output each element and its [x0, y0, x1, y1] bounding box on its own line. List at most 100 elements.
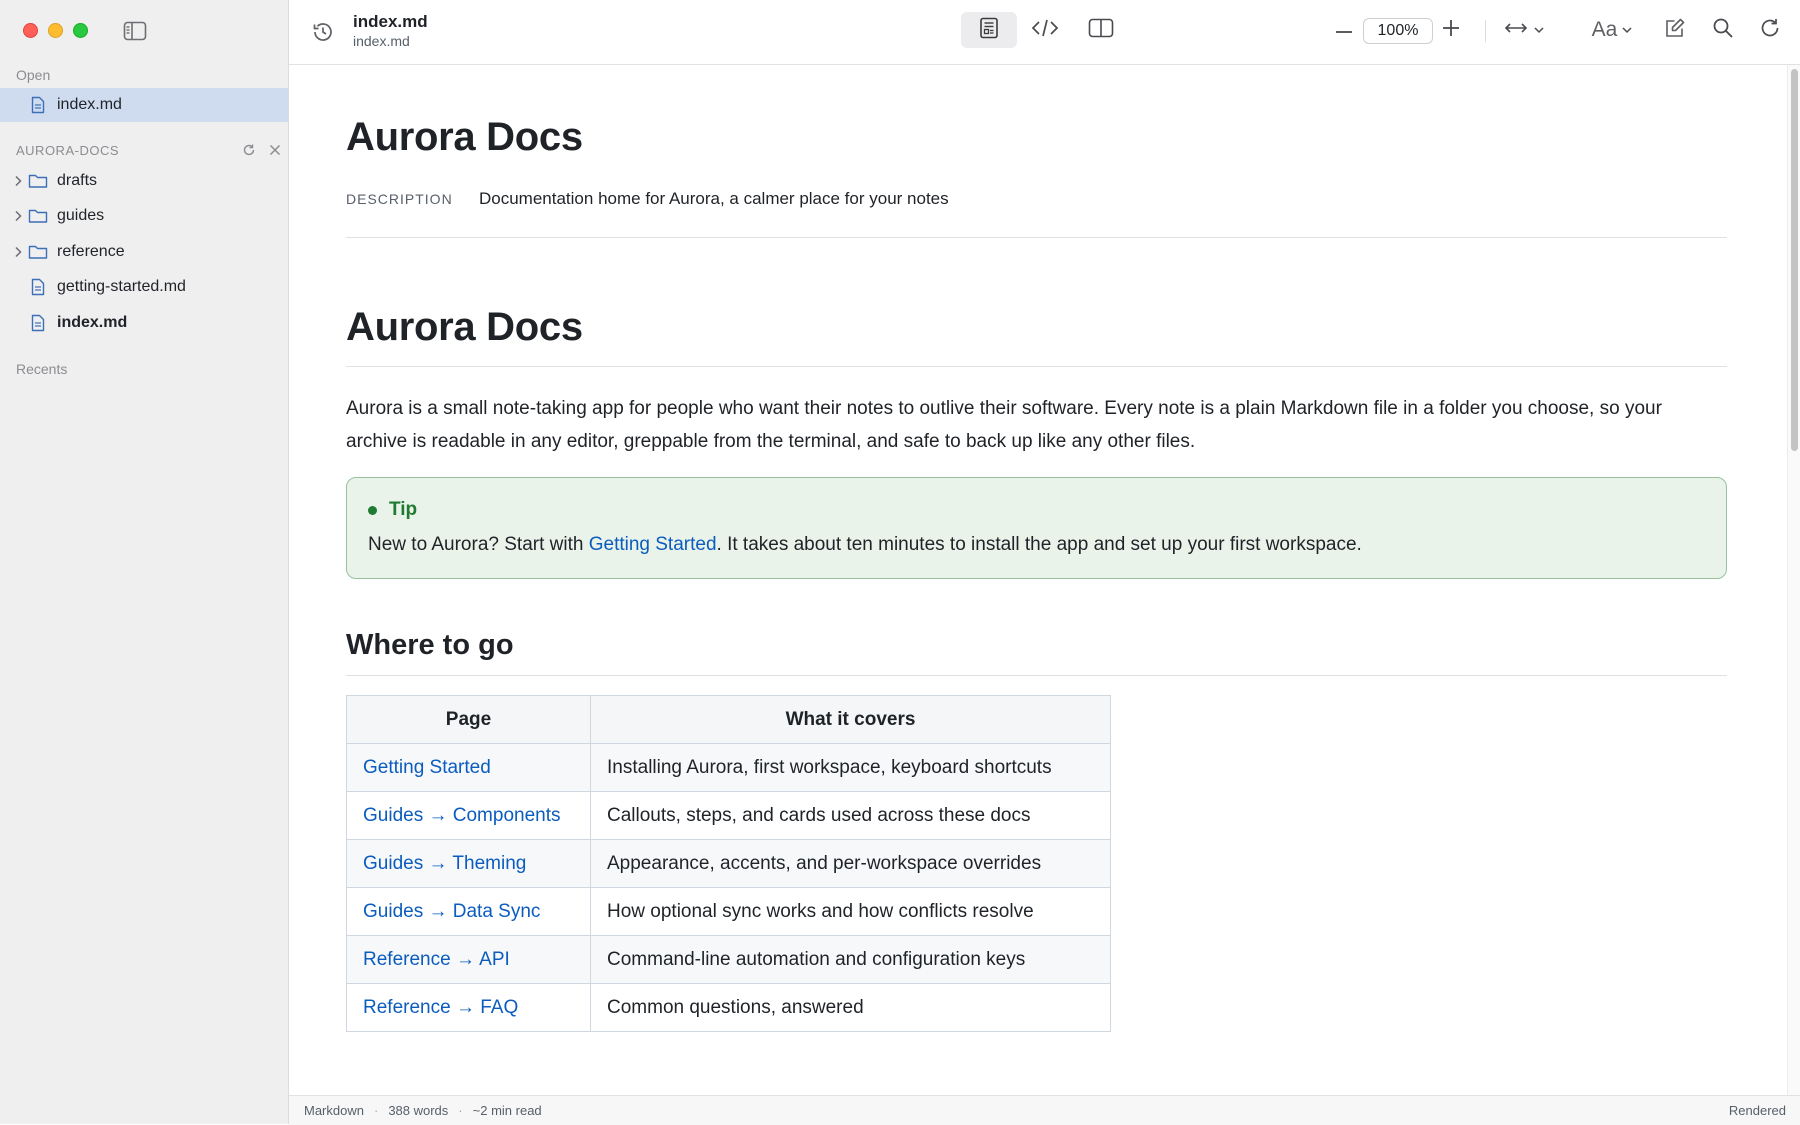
- project-actions: [241, 142, 283, 158]
- table-cell: Reference → FAQ: [346, 983, 591, 1032]
- preview-icon: [979, 17, 999, 44]
- tip-callout: Tip New to Aurora? Start with Getting St…: [346, 477, 1727, 579]
- table-cell: Appearance, accents, and per-workspace o…: [590, 839, 1111, 888]
- zoom-in-button[interactable]: [1436, 12, 1466, 48]
- search-icon: [1712, 17, 1734, 44]
- table-row: Guides → Data Sync How optional sync wor…: [346, 887, 1111, 936]
- scrollbar-thumb[interactable]: [1791, 69, 1798, 451]
- status-separator: ·: [373, 1103, 379, 1118]
- heading-divider: [346, 366, 1727, 367]
- file-icon: [28, 313, 48, 333]
- sidebar-toggle-icon[interactable]: [121, 19, 149, 43]
- tree-item-getting-started[interactable]: getting-started.md: [0, 270, 288, 304]
- table-header: What it covers: [590, 695, 1111, 744]
- table-cell: How optional sync works and how conflict…: [590, 887, 1111, 936]
- open-section-label: Open: [16, 67, 51, 83]
- table-cell: Getting Started: [346, 743, 591, 792]
- table-cell: Common questions, answered: [590, 983, 1111, 1032]
- folder-icon: [28, 242, 48, 262]
- zoom-level-field[interactable]: 100%: [1363, 18, 1433, 44]
- tip-text-before: New to Aurora? Start with: [368, 534, 589, 555]
- chevron-right-icon[interactable]: [14, 210, 28, 222]
- width-menu-button[interactable]: [1499, 12, 1549, 48]
- search-button[interactable]: [1707, 12, 1739, 48]
- table-cell: Reference → API: [346, 935, 591, 984]
- document-title-block: index.md index.md: [353, 12, 428, 50]
- frontmatter-description-row: DESCRIPTION Documentation home for Auror…: [346, 189, 949, 209]
- status-separator: ·: [458, 1103, 463, 1118]
- code-icon: [1030, 18, 1060, 43]
- frontmatter-divider: [346, 237, 1727, 238]
- tree-item-label: getting-started.md: [57, 278, 186, 295]
- table-cell: Command-line automation and configuratio…: [590, 935, 1111, 984]
- table-link[interactable]: Reference → API: [363, 949, 510, 970]
- tip-dot-icon: [368, 505, 377, 515]
- status-left: Markdown · 388 words · ~2 min read: [304, 1103, 542, 1118]
- split-view-button[interactable]: [1081, 12, 1121, 48]
- window-controls: [23, 23, 88, 38]
- document-view[interactable]: Aurora Docs DESCRIPTION Documentation ho…: [289, 65, 1787, 1095]
- zoom-out-button[interactable]: [1329, 12, 1359, 48]
- chevron-right-icon[interactable]: [14, 246, 28, 258]
- tip-text-after: . It takes about ten minutes to install …: [716, 534, 1362, 555]
- tree-item-label: reference: [57, 243, 125, 260]
- tree-item-index[interactable]: index.md: [0, 306, 288, 340]
- tree-item-label: guides: [57, 207, 105, 224]
- vertical-scrollbar[interactable]: [1787, 65, 1800, 1095]
- heading-1: Aurora Docs: [346, 305, 583, 349]
- tree-item-label: drafts: [57, 172, 98, 189]
- arrows-horizontal-icon: [1504, 21, 1528, 40]
- table-row: Getting Started Installing Aurora, first…: [346, 743, 1111, 792]
- status-view-mode: Rendered: [1728, 1103, 1786, 1118]
- frontmatter-key: DESCRIPTION: [346, 191, 453, 207]
- getting-started-link[interactable]: Getting Started: [589, 534, 717, 555]
- table-link[interactable]: Guides → Theming: [363, 853, 526, 874]
- table-header: Page: [346, 695, 591, 744]
- table-link[interactable]: Getting Started: [363, 757, 491, 778]
- status-bar: Markdown · 388 words · ~2 min read Rende…: [289, 1095, 1800, 1125]
- preview-mode-button[interactable]: [961, 12, 1017, 48]
- close-window-button[interactable]: [23, 23, 38, 38]
- reload-button[interactable]: [1754, 12, 1786, 48]
- chevron-down-icon: [1534, 21, 1544, 39]
- tip-header: Tip: [368, 499, 417, 521]
- table-cell: Guides → Data Sync: [346, 887, 591, 936]
- document-path: index.md: [353, 33, 410, 49]
- tree-item-drafts[interactable]: drafts: [0, 164, 288, 198]
- status-mode: Markdown: [304, 1103, 364, 1118]
- tree-item-guides[interactable]: guides: [0, 199, 288, 233]
- table-link[interactable]: Guides → Data Sync: [363, 901, 540, 922]
- frontmatter-title: Aurora Docs: [346, 115, 583, 159]
- edit-button[interactable]: [1659, 12, 1691, 48]
- project-section-label: AURORA-DOCS: [16, 143, 120, 158]
- minimize-window-button[interactable]: [48, 23, 63, 38]
- refresh-icon[interactable]: [241, 142, 257, 158]
- navigation-table: Page What it covers Getting Started Inst…: [346, 695, 1111, 1032]
- heading-2: Where to go: [346, 629, 514, 661]
- open-item-index[interactable]: index.md: [0, 88, 288, 122]
- recents-section-label: Recents: [16, 361, 68, 377]
- source-mode-button[interactable]: [1025, 12, 1065, 48]
- folder-icon: [28, 206, 48, 226]
- table-link[interactable]: Reference → FAQ: [363, 997, 518, 1018]
- zoom-window-button[interactable]: [73, 23, 88, 38]
- status-word-count: 388 words: [388, 1103, 449, 1118]
- table-cell: Guides → Components: [346, 791, 591, 840]
- chevron-down-icon: [1622, 21, 1632, 39]
- frontmatter-value: Documentation home for Aurora, a calmer …: [479, 189, 949, 208]
- tree-item-label: index.md: [57, 314, 128, 331]
- tree-item-reference[interactable]: reference: [0, 235, 288, 269]
- minus-icon: [1335, 21, 1353, 39]
- font-menu-button[interactable]: Aa: [1585, 12, 1639, 48]
- open-item-label: index.md: [57, 96, 122, 113]
- chevron-right-icon[interactable]: [14, 175, 28, 187]
- table-link[interactable]: Guides → Components: [363, 805, 561, 826]
- status-read-time: ~2 min read: [472, 1103, 542, 1118]
- close-icon[interactable]: [267, 142, 283, 158]
- heading-2-divider: [346, 675, 1727, 676]
- table-row: Guides → Theming Appearance, accents, an…: [346, 839, 1111, 888]
- file-icon: [28, 95, 48, 115]
- table-cell: Installing Aurora, first workspace, keyb…: [590, 743, 1111, 792]
- history-icon[interactable]: [309, 18, 337, 46]
- tip-title: Tip: [389, 499, 418, 520]
